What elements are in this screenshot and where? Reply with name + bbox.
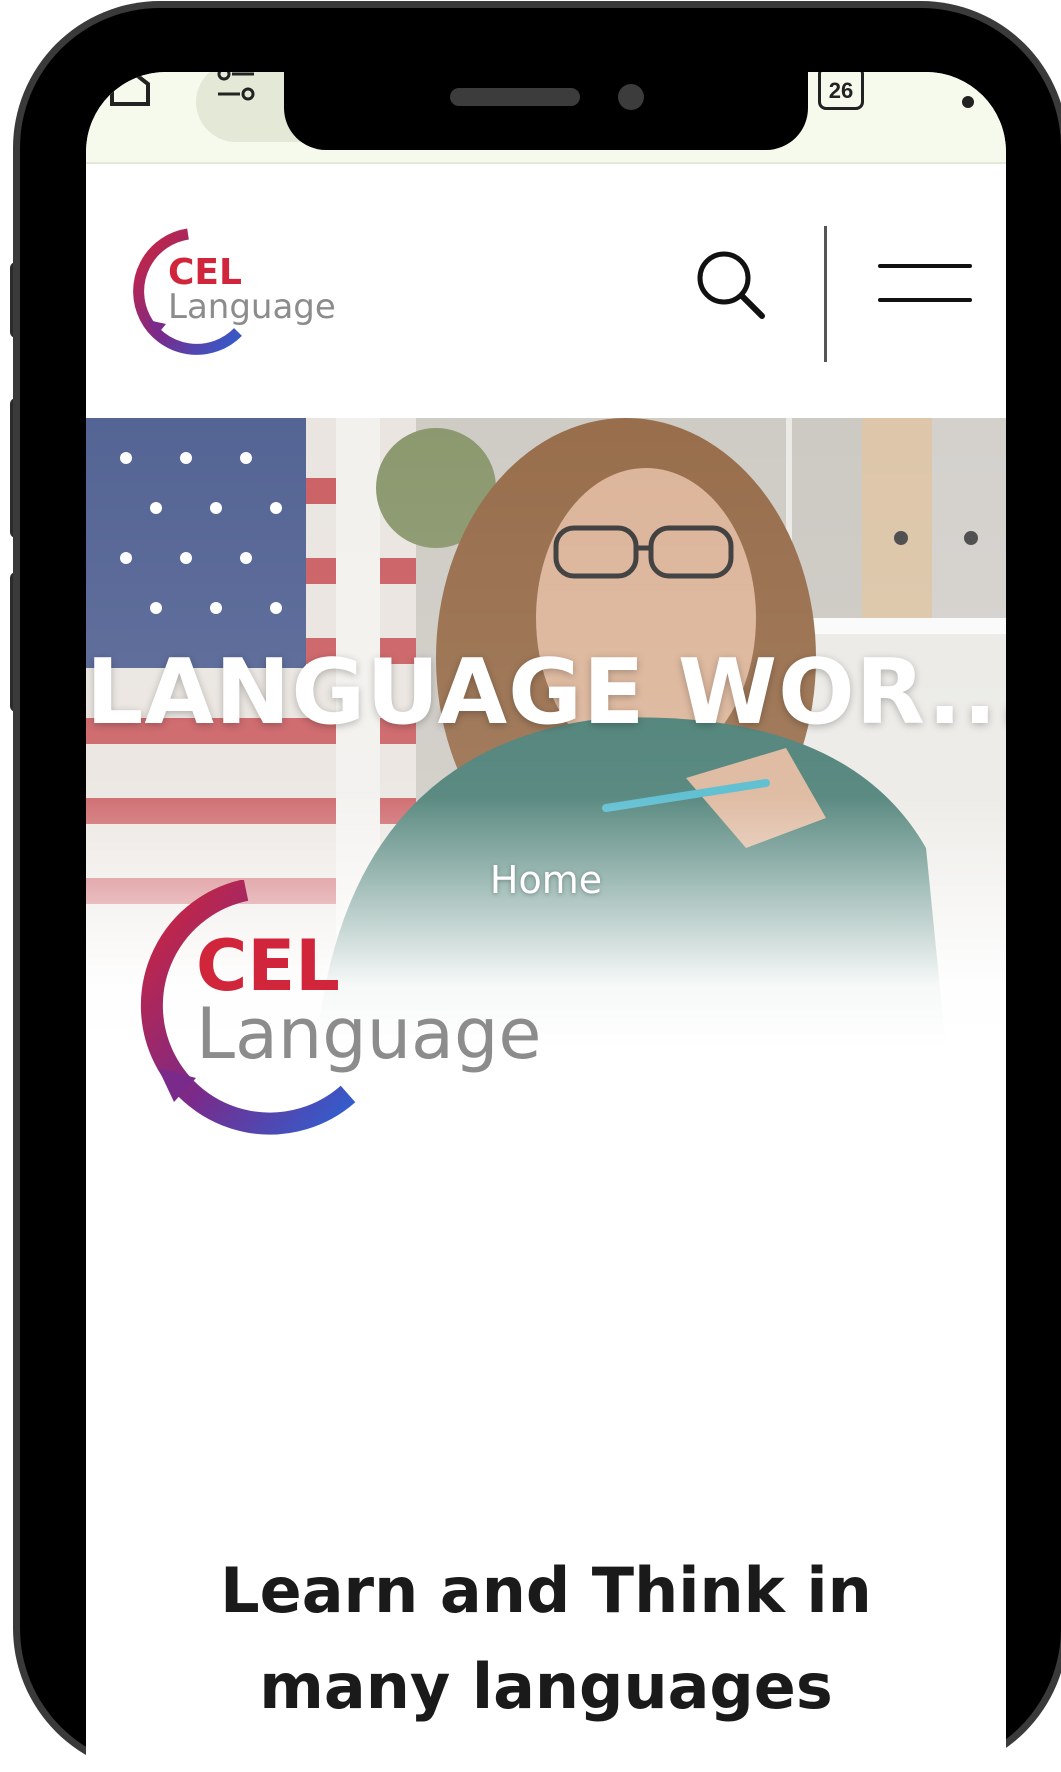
tab-count-badge[interactable]: 26 <box>818 72 864 110</box>
front-camera <box>618 84 644 110</box>
header-logo[interactable]: CEL Language <box>126 228 366 363</box>
section-heading: Learn and Think in many languages <box>220 1554 872 1724</box>
home-icon[interactable] <box>108 72 152 113</box>
menu-line <box>878 298 972 302</box>
page-title: LANGUAGE WOR... <box>86 640 1006 745</box>
header-divider <box>824 226 827 362</box>
logo-text-language: Language <box>168 287 336 327</box>
main-logo: CEL Language <box>116 879 656 1155</box>
logo-text-language: Language <box>196 993 541 1075</box>
hamburger-menu-icon[interactable] <box>878 264 972 308</box>
sliders-icon[interactable] <box>214 72 258 113</box>
site-header: CEL Language <box>86 164 1006 404</box>
menu-line <box>878 264 972 268</box>
speaker-grille <box>450 88 580 106</box>
search-icon[interactable] <box>692 246 772 331</box>
more-vertical-icon[interactable] <box>962 96 974 108</box>
phone-screen: 26 CEL Language LANGUAGE WOR... Home CEL… <box>86 72 1006 1772</box>
phone-notch <box>284 72 808 150</box>
